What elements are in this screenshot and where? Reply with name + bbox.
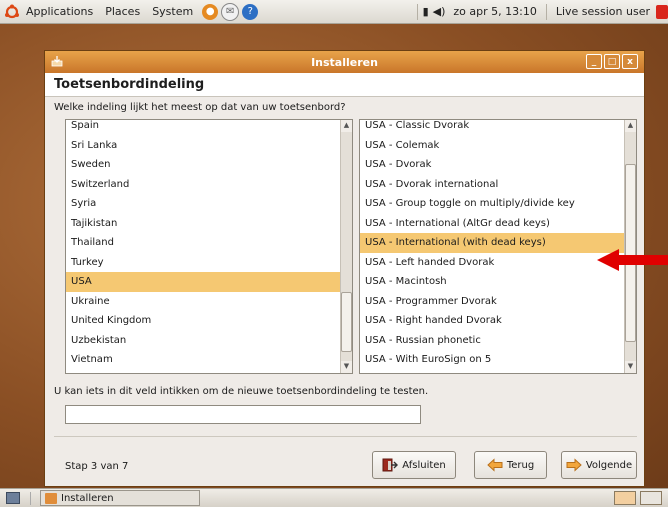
keyboard-test-input[interactable] <box>65 405 421 424</box>
layout-list-scrollbar[interactable]: ▲ ▼ <box>624 120 636 373</box>
installer-icon <box>51 56 63 67</box>
top-panel: Applications Places System ● ✉ ? ▮ ◀) zo… <box>0 0 668 24</box>
next-button[interactable]: Volgende <box>561 451 637 479</box>
page-title: Toetsenbordindeling <box>54 77 205 92</box>
panel-separator <box>545 3 547 20</box>
layout-list-item[interactable]: USA - International (AltGr dead keys) <box>360 214 624 234</box>
country-list-item[interactable]: Vietnam <box>66 350 340 370</box>
country-list-item[interactable]: Sweden <box>66 155 340 175</box>
scroll-down-arrow-icon[interactable]: ▼ <box>625 361 636 373</box>
close-button[interactable]: x <box>622 54 638 69</box>
layout-list-item[interactable]: USA - Colemak <box>360 136 624 156</box>
layout-list[interactable]: USA - Classic Dvorak USA - Colemak USA - D… <box>359 119 637 374</box>
layout-list-item[interactable]: USA - Dvorak international <box>360 175 624 195</box>
arrow-right-icon <box>566 458 582 472</box>
country-list-item[interactable]: Tajikistan <box>66 214 340 234</box>
page-header: Toetsenbordindeling <box>45 73 644 97</box>
network-icon[interactable]: ▮ <box>421 5 431 18</box>
ubuntu-logo-icon[interactable] <box>4 4 20 20</box>
test-hint-label: U kan iets in dit veld intikken om de ni… <box>54 386 429 397</box>
taskbar-window-button[interactable]: Installeren <box>40 490 200 506</box>
back-button[interactable]: Terug <box>474 451 547 479</box>
help-icon[interactable]: ? <box>242 3 259 20</box>
panel-separator <box>30 492 31 505</box>
user-menu[interactable]: Live session user <box>550 5 656 18</box>
country-list-item[interactable]: Sri Lanka <box>66 136 340 156</box>
window-title: Installeren <box>311 55 378 69</box>
layout-list-item[interactable]: USA - Classic Dvorak <box>360 120 624 136</box>
minimize-button[interactable]: _ <box>586 54 602 69</box>
next-button-label: Volgende <box>585 459 633 471</box>
layout-list-item[interactable]: USA - Right handed Dvorak <box>360 311 624 331</box>
country-list-item[interactable]: Ukraine <box>66 292 340 312</box>
question-label: Welke indeling lijkt het meest op dat va… <box>54 102 346 113</box>
menu-system[interactable]: System <box>146 5 199 18</box>
layout-list-item[interactable]: USA - With EuroSign on 5 <box>360 350 624 370</box>
back-button-label: Terug <box>506 459 535 471</box>
scrollbar-thumb[interactable] <box>341 292 352 352</box>
workspace-switcher-icon[interactable] <box>640 491 662 505</box>
workspace-switcher-icon[interactable] <box>614 491 636 505</box>
layout-list-item[interactable]: USA - Group toggle on multiply/divide ke… <box>360 194 624 214</box>
layout-list-item[interactable]: USA - International (with dead keys) <box>360 233 624 253</box>
layout-list-item[interactable]: USA - Dvorak <box>360 155 624 175</box>
quit-button-label: Afsluiten <box>402 459 446 471</box>
country-list-scrollbar[interactable]: ▲ ▼ <box>340 120 352 373</box>
layout-list-item[interactable]: USA - Left handed Dvorak <box>360 253 624 273</box>
country-list-item[interactable]: Turkey <box>66 253 340 273</box>
installer-icon <box>45 492 57 504</box>
country-list-item[interactable]: Thailand <box>66 233 340 253</box>
show-desktop-icon[interactable] <box>6 492 20 504</box>
country-list-item[interactable]: United Kingdom <box>66 311 340 331</box>
arrow-left-icon <box>487 458 503 472</box>
layout-list-item[interactable]: USA - Programmer Dvorak <box>360 292 624 312</box>
step-label: Stap 3 van 7 <box>65 461 129 472</box>
window-titlebar[interactable]: Installeren _ □ x <box>45 51 644 73</box>
exit-icon <box>382 458 399 472</box>
country-list-item[interactable]: Uzbekistan <box>66 331 340 351</box>
panel-separator <box>416 3 418 20</box>
layout-list-item[interactable]: USA - Macintosh <box>360 272 624 292</box>
country-list-item[interactable]: Spain <box>66 120 340 136</box>
installer-window: Installeren _ □ x Toetsenbordindeling We… <box>44 50 645 487</box>
red-arrow-annotation <box>597 249 668 271</box>
bottom-panel: Installeren <box>0 488 668 507</box>
scroll-down-arrow-icon[interactable]: ▼ <box>341 361 352 373</box>
maximize-button[interactable]: □ <box>604 54 620 69</box>
scroll-up-arrow-icon[interactable]: ▲ <box>625 120 636 132</box>
firefox-icon[interactable]: ● <box>202 3 219 20</box>
taskbar-window-label: Installeren <box>61 492 114 504</box>
shutdown-icon[interactable] <box>656 4 668 19</box>
menu-places[interactable]: Places <box>99 5 146 18</box>
country-list[interactable]: Spain Sri Lanka Sweden Switzerland Syria Taji… <box>65 119 353 374</box>
layout-list-item[interactable]: USA - Russian phonetic <box>360 331 624 351</box>
footer-divider <box>54 436 637 437</box>
clock[interactable]: zo apr 5, 13:10 <box>447 5 542 18</box>
scroll-up-arrow-icon[interactable]: ▲ <box>341 120 352 132</box>
menu-applications[interactable]: Applications <box>20 5 99 18</box>
country-list-item[interactable]: Syria <box>66 194 340 214</box>
country-list-item[interactable]: USA <box>66 272 340 292</box>
quit-button[interactable]: Afsluiten <box>372 451 456 479</box>
country-list-item[interactable]: Switzerland <box>66 175 340 195</box>
mail-icon[interactable]: ✉ <box>221 2 240 21</box>
volume-icon[interactable]: ◀) <box>431 5 448 18</box>
